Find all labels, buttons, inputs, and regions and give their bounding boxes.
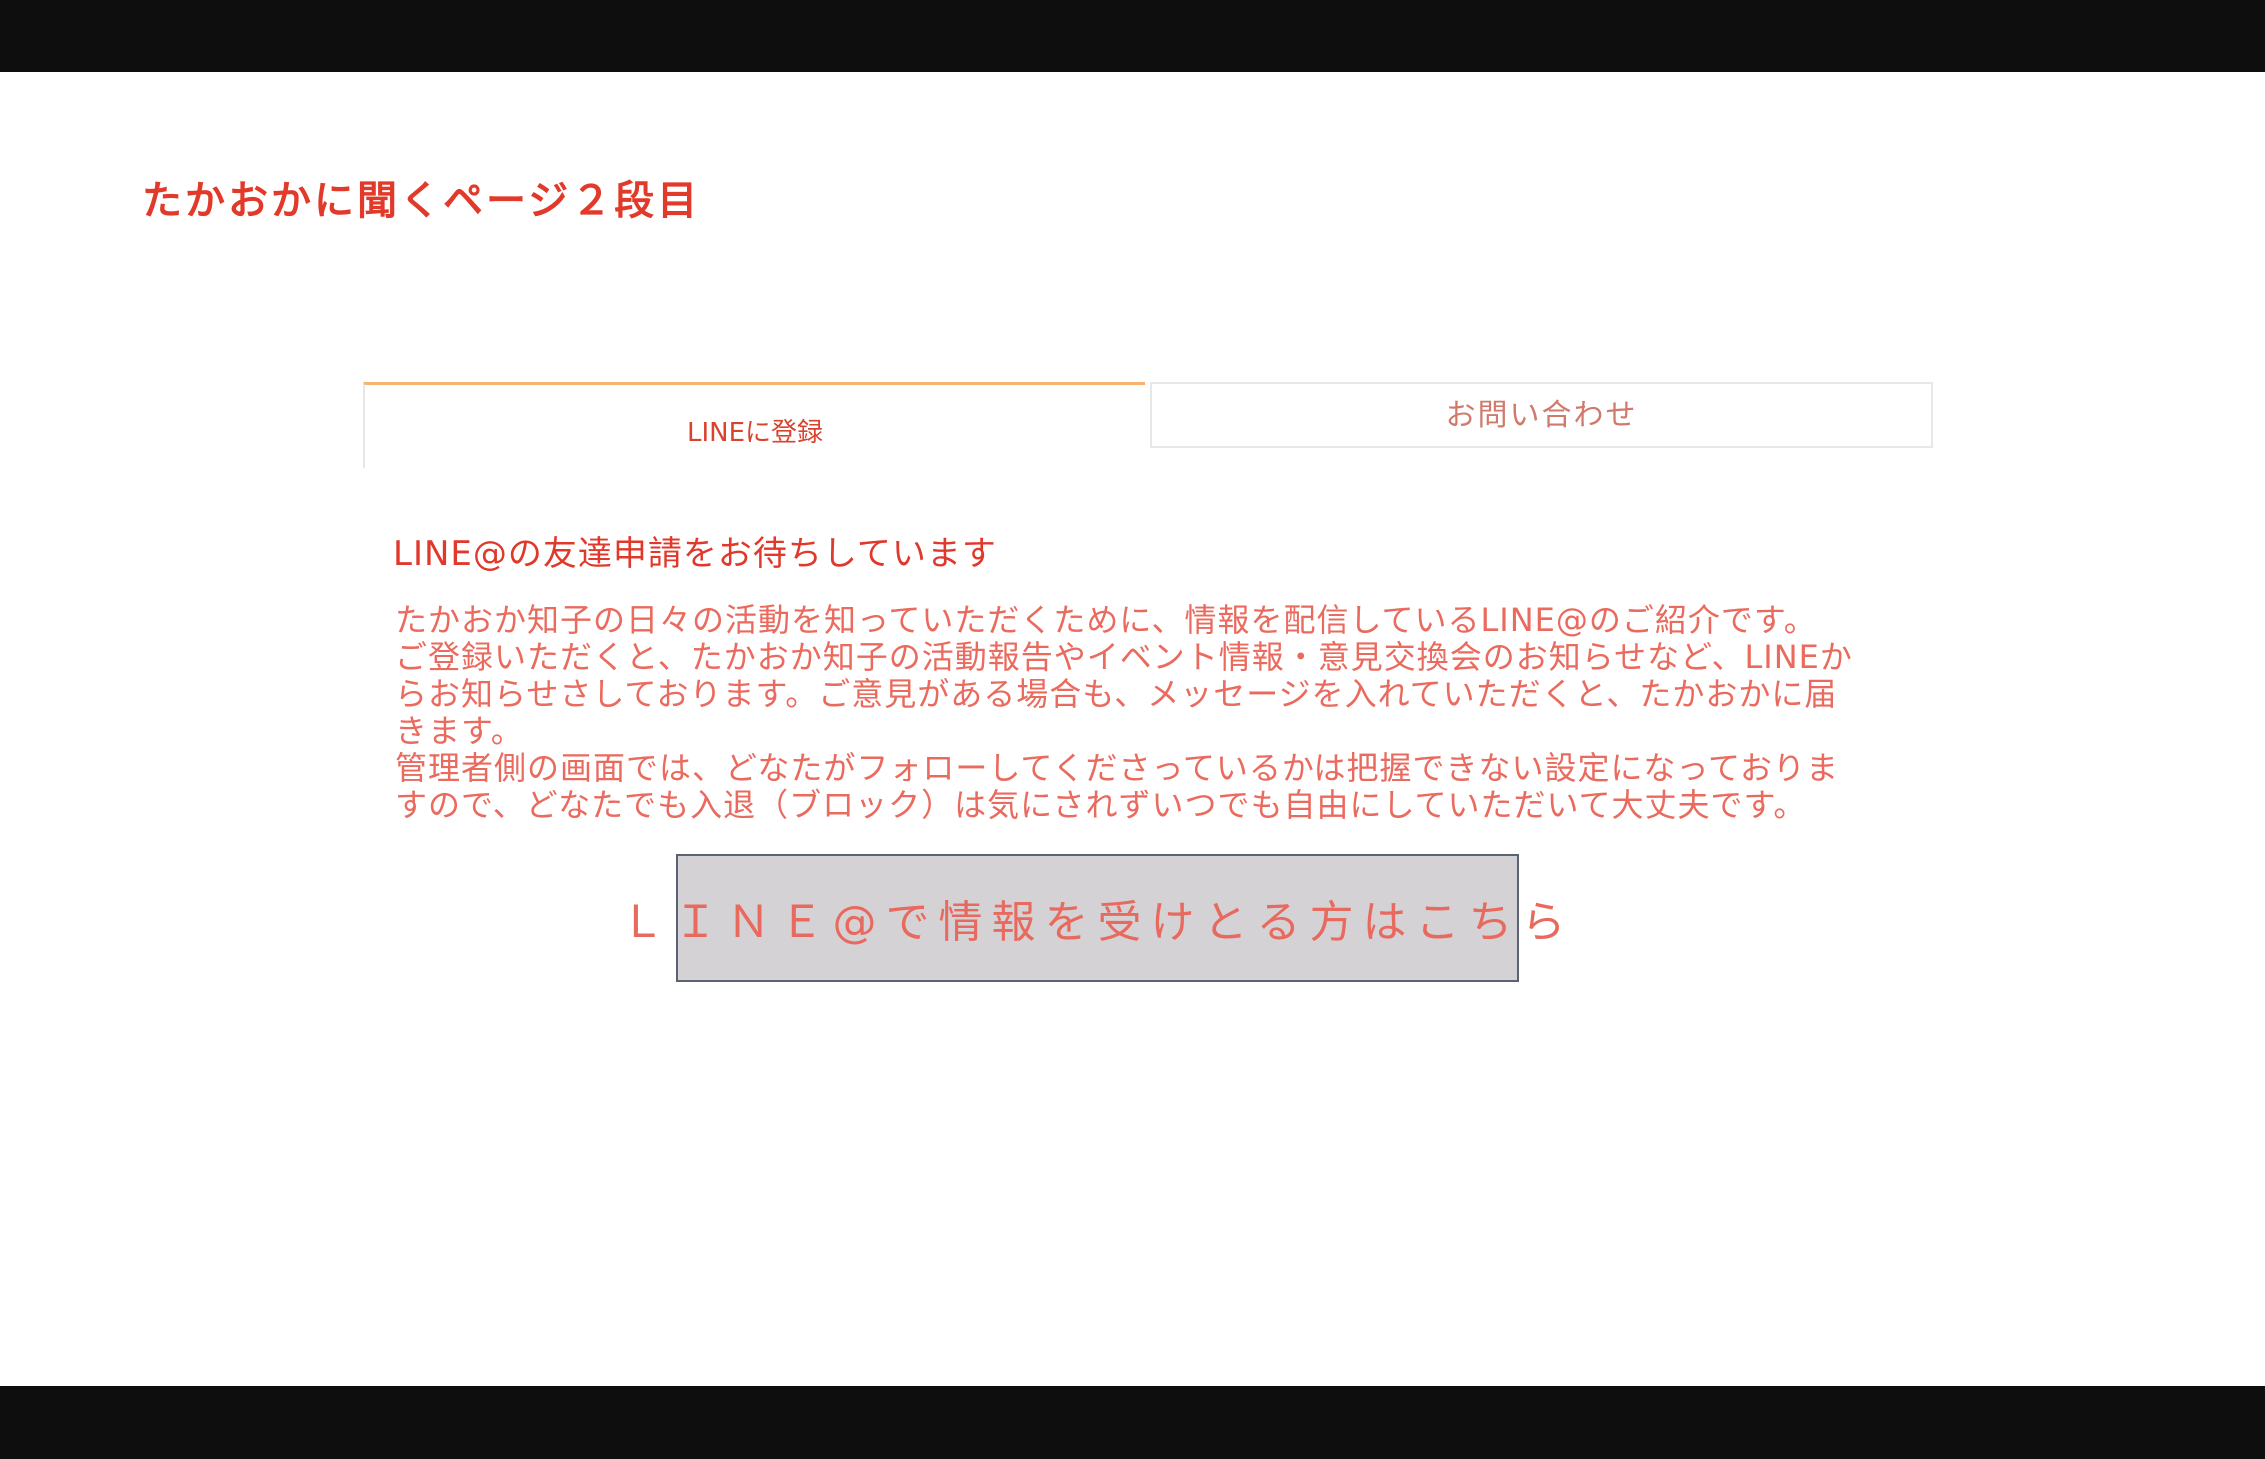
content-line: らお知らせさしております。ご意見がある場合も、メッセージを入れていただくと、たか… (395, 675, 1838, 713)
content-line: きます。 (395, 712, 524, 750)
content-line: 管理者側の画面では、どなたがフォローしてくださっているかは把握できない設定になっ… (395, 749, 1840, 787)
content-line: たかおか知子の日々の活動を知っていただくために、情報を配信しているLINE@のご… (395, 601, 1817, 639)
content-body: たかおか知子の日々の活動を知っていただくために、情報を配信しているLINE@のご… (395, 602, 1915, 824)
page-title: たかおかに聞くページ２段目 (142, 178, 701, 224)
letterbox-bottom (0, 1386, 2265, 1459)
letterbox-top (0, 0, 2265, 72)
tab-line-register[interactable]: LINEに登録 (363, 382, 1145, 468)
tab-contact-label: お問い合わせ (1445, 398, 1638, 433)
tab-contact[interactable]: お問い合わせ (1150, 382, 1933, 448)
tab-line-register-label: LINEに登録 (686, 418, 824, 448)
line-register-button[interactable]: ＬＩＮＥ@で情報を受けとる方はこちら (621, 854, 1566, 982)
line-register-button-label: ＬＩＮＥ@で情報を受けとる方はこちら (620, 897, 1575, 948)
content-line: ご登録いただくと、たかおか知子の活動報告やイベント情報・意見交換会のお知らせなど… (395, 638, 1853, 676)
content-heading: LINE@の友達申請をお待ちしています (393, 534, 997, 574)
content-line: すので、どなたでも入退（ブロック）は気にされずいつでも自由にしていただいて大丈夫… (395, 786, 1807, 824)
